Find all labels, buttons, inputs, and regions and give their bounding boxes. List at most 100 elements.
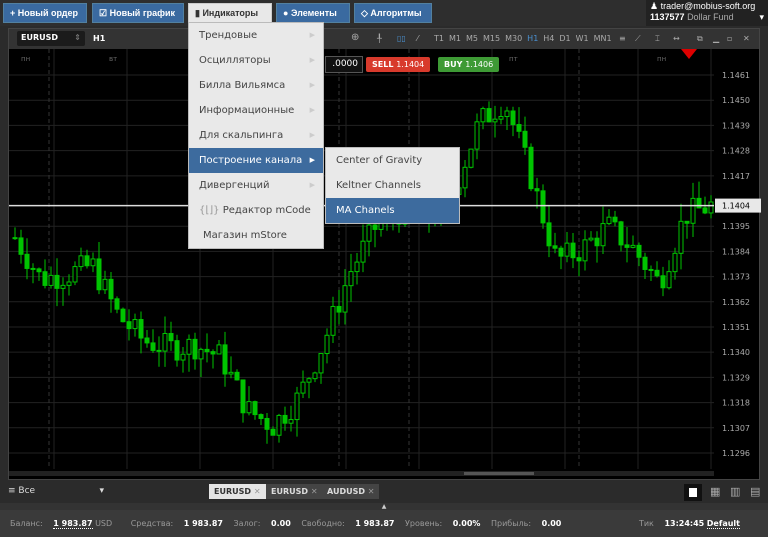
maximize-icon[interactable]: ▫ [727,34,732,43]
trendline-icon[interactable]: ⟋ [635,34,641,44]
timeframe-T1[interactable]: T1 [434,34,444,43]
timeframe-M5[interactable]: M5 [466,34,478,43]
layout-single-button[interactable] [684,484,702,501]
menu-item[interactable]: Трендовые ▶ [189,23,323,48]
candle-body [636,244,642,258]
symbol-select[interactable]: EURUSD ⇕ [17,31,85,46]
zoom-in-icon[interactable]: ⊕ [351,32,359,43]
candle-body [528,146,534,190]
candle-body [330,305,336,336]
close-icon[interactable]: ✕ [311,487,318,496]
menu-item[interactable]: Осцилляторы ▶ [189,48,323,73]
candle-body [102,278,108,291]
profit-value: 0.00 [541,519,562,528]
close-icon[interactable]: ✕ [368,487,375,496]
candle-body [66,281,72,286]
candle-body [192,338,198,360]
elements-label: Элементы [290,8,337,18]
lot-input[interactable]: .0000 [325,56,363,73]
candle-body [42,271,48,286]
menu-item[interactable]: Дивергенций ▶ [189,173,323,198]
candle-body [18,237,24,255]
candle-body [216,344,222,355]
balance-value[interactable]: 1 983.87 [53,519,93,529]
user-panel[interactable]: ♟ trader@mobius-soft.org 1137577 Dollar … [646,0,768,26]
candle-body [654,269,660,277]
minimize-icon[interactable]: ▁ [713,34,719,43]
chart-tab[interactable]: AUDUSD ✕ [322,484,380,499]
candle-chart-type-icon[interactable]: ▯▯ [397,34,406,43]
timeframe-M15[interactable]: M15 [483,34,500,43]
timeframe-M30[interactable]: M30 [505,34,522,43]
scrollbar-thumb[interactable] [464,472,534,475]
layout-grid-icon[interactable]: ▦ [710,485,720,498]
horizontal-line-icon[interactable]: ↔ [673,34,680,43]
vertical-line-icon[interactable]: ⌶ [655,34,660,44]
menu-item[interactable]: Магазин mStore [189,223,323,248]
candle-body [186,338,192,355]
menu-item-label: Редактор mCode [222,205,311,216]
menu-item-label: Построение канала [199,155,303,166]
tab-label: AUDUSD [327,487,365,496]
y-tick-label: 1.1362 [722,298,750,307]
candle-body [558,247,564,257]
menu-item[interactable]: MA Chanels [326,198,459,223]
elements-button[interactable]: ● Элементы [276,3,350,23]
buy-button[interactable]: BUY 1.1406 [438,57,500,72]
day-label: пн [657,55,666,63]
menu-item[interactable]: Center of Gravity [326,148,459,173]
menu-item-label: Трендовые [199,30,258,41]
elements-icon: ● [283,8,291,18]
menu-item-label: Осцилляторы [199,55,271,66]
candle-body [264,417,270,430]
timeframe-H4[interactable]: H4 [543,34,554,43]
candle-body [84,255,90,267]
timeframe-W1[interactable]: W1 [576,34,589,43]
close-icon[interactable]: ✕ [254,487,261,496]
menu-item[interactable]: Информационные ▶ [189,98,323,123]
candle-body [132,319,138,330]
chart-tab[interactable]: EURUSD ✕ [209,484,266,499]
profile-select[interactable]: Default [706,519,740,529]
horizontal-scrollbar[interactable] [9,471,714,476]
chevron-down-icon[interactable]: ▾ [759,12,764,23]
timeframe-D1[interactable]: D1 [559,34,570,43]
line-chart-type-icon[interactable]: ⁄ [417,34,418,43]
candle-body [624,244,630,248]
chevron-right-icon: ▶ [309,106,315,114]
timeframe-MN1[interactable]: MN1 [594,34,612,43]
candle-body [306,378,312,383]
candle-body [474,121,480,150]
algorithms-button[interactable]: ◇ Алгоритмы [354,3,432,23]
detach-icon[interactable]: ⧉ [697,34,703,44]
candle-body [480,108,486,123]
expand-panel-icon[interactable]: ▲ [0,503,768,510]
fibonacci-icon[interactable]: ≡ [619,34,626,43]
filter-select[interactable]: ≡ Все ▾ [8,486,104,496]
menu-item[interactable]: Построение канала ▶ [189,148,323,173]
price-chart[interactable]: 1.1461 1.1450 1.1439 1.1428 1.1417 1.1404 1.13… [9,49,761,481]
menu-item[interactable]: Keltner Channels [326,173,459,198]
layout-rows-icon[interactable]: ▤ [750,485,760,498]
sell-button[interactable]: SELL 1.1404 [366,57,431,72]
layout-columns-icon[interactable]: ▥ [730,485,740,498]
new-order-button[interactable]: + Новый ордер [3,3,87,23]
menu-item-label: MA Chanels [336,205,395,216]
close-icon[interactable]: ✕ [743,34,750,43]
bar-chart-type-icon[interactable]: ╀ [377,34,382,43]
candle-body [258,414,264,419]
candle-body [600,223,606,247]
chevron-right-icon: ▶ [309,131,315,139]
menu-item[interactable]: Для скальпинга ▶ [189,123,323,148]
chart-tab[interactable]: EURUSD ✕ [266,484,323,499]
timeframe-M1[interactable]: M1 [449,34,461,43]
menu-item[interactable]: {⌊⌋} Редактор mCode [189,198,323,223]
new-chart-button[interactable]: ☑ Новый график [92,3,184,23]
account-number: 1137577 [650,12,685,22]
menu-item[interactable]: Билла Вильямса ▶ [189,73,323,98]
equity-value: 1 983.87 [183,519,223,528]
candle-body [546,222,552,247]
chevron-right-icon: ▶ [309,31,315,39]
candle-body [660,275,666,289]
timeframe-H1[interactable]: H1 [527,34,538,43]
